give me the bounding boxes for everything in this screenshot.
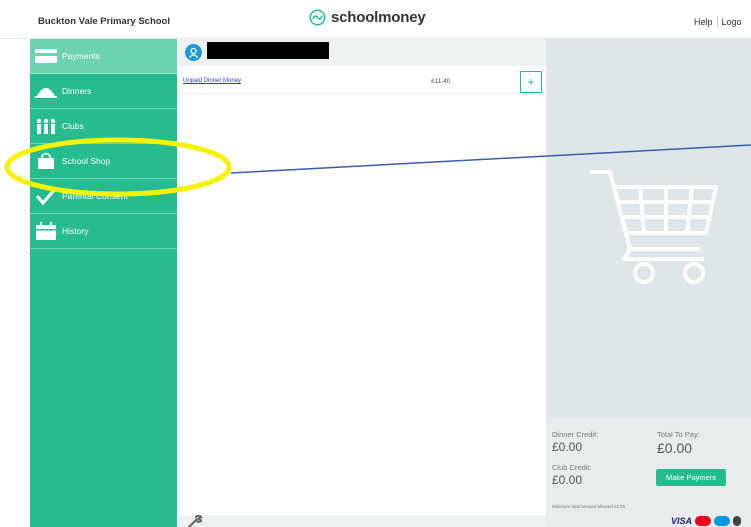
people-icon [30, 109, 62, 144]
sidebar-item-label: School Shop [62, 156, 111, 166]
add-to-basket-button[interactable]: + [520, 71, 542, 93]
payment-item-row: Unpaid Dinner Money £11.40 + [177, 69, 546, 94]
visa-logo: VISA [671, 516, 693, 526]
sidebar-item-history[interactable]: History [30, 214, 177, 249]
sidebar-item-label: Parental Consent [62, 191, 128, 201]
calendar-icon [30, 214, 62, 249]
minimum-amount-note: Minimum total amount allowed £1.00 [552, 504, 626, 509]
schoolmoney-logo[interactable]: schoolmoney [309, 9, 426, 26]
payment-card-logos: VISA [671, 516, 742, 526]
sidebar-item-label: History [62, 226, 89, 236]
payments-list-panel: Unpaid Dinner Money £11.40 + [177, 39, 546, 527]
payment-item-link[interactable]: Unpaid Dinner Money [183, 78, 241, 84]
sidebar-item-school-shop[interactable]: School Shop [30, 144, 177, 179]
shopping-cart-icon [590, 170, 718, 284]
school-name: Buckton Vale Primary School [38, 16, 170, 27]
shopping-bag-icon [30, 144, 62, 179]
cloche-icon [30, 74, 62, 109]
help-link[interactable]: Help [694, 17, 713, 27]
card-logo-icon [733, 516, 742, 526]
header-links: Help Logo [694, 16, 742, 27]
pupil-name-redacted [207, 42, 329, 59]
logo-icon [309, 9, 326, 26]
total-to-pay-value: £0.00 [657, 440, 693, 456]
sidebar-item-parental-consent[interactable]: Parental Consent [30, 179, 177, 214]
user-avatar-icon [185, 44, 202, 61]
total-to-pay-label: Total To Pay: [657, 430, 700, 439]
mastercard-logo-icon [695, 516, 712, 526]
sidebar-item-payments[interactable]: Payments [30, 39, 177, 74]
payment-item-price: £11.40 [431, 78, 451, 85]
sidebar-item-label: Payments [62, 51, 100, 61]
sidebar-item-dinners[interactable]: Dinners [30, 74, 177, 109]
dinner-credit-value: £0.00 [552, 440, 583, 454]
wrench-icon[interactable] [187, 515, 203, 527]
maestro-logo-icon [714, 516, 731, 526]
club-credit-label: Club Credit: [552, 463, 592, 472]
dinner-credit-label: Dinner Credit: [552, 430, 599, 439]
link-divider [716, 16, 718, 27]
club-credit-value: £0.00 [552, 473, 583, 487]
sidebar: Payments Dinners Clubs School Shop Paren… [30, 39, 177, 527]
sidebar-item-label: Dinners [62, 86, 92, 96]
top-header: Buckton Vale Primary School schoolmoney … [0, 0, 751, 39]
logout-link[interactable]: Logo [722, 17, 742, 27]
checkmark-icon [30, 179, 62, 214]
sidebar-item-clubs[interactable]: Clubs [30, 109, 177, 144]
logo-text: schoolmoney [331, 9, 426, 26]
sidebar-item-label: Clubs [62, 121, 84, 131]
bottom-toolbar [177, 515, 546, 527]
make-payment-button[interactable]: Make Payment [656, 469, 726, 486]
basket-panel: Dinner Credit: £0.00 Total To Pay: £0.00… [546, 39, 751, 527]
pupil-header [177, 39, 546, 66]
card-icon [30, 39, 62, 74]
